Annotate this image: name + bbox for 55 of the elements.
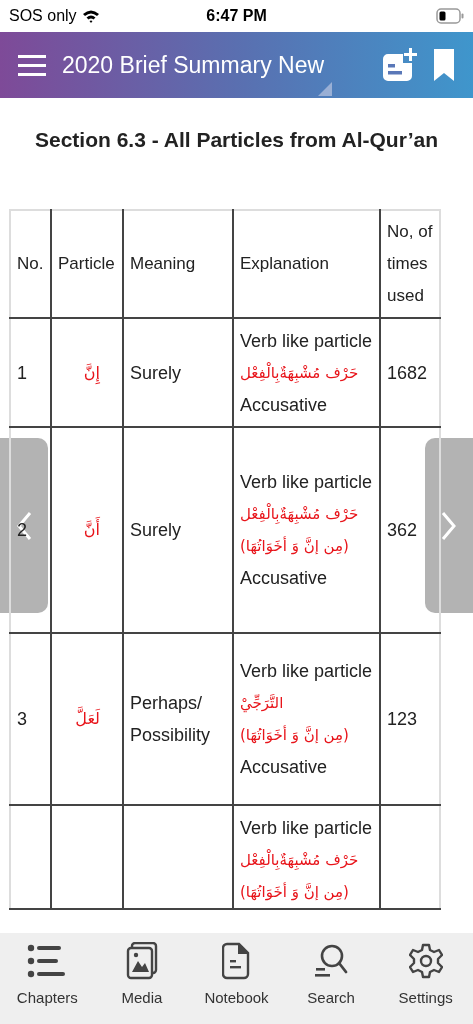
note-add-icon <box>381 47 417 83</box>
document-icon <box>222 942 251 980</box>
carrier-label: SOS only <box>9 7 77 25</box>
arabic-text: التَّرَجِّيْ <box>240 693 285 715</box>
images-icon <box>125 942 158 980</box>
meaning-cell: Perhaps/ Possibility <box>123 633 233 805</box>
section-title: Section 6.3 - All Particles from Al-Qur’an <box>34 128 439 152</box>
tab-button[interactable]: Settings <box>378 933 473 1024</box>
arabic-text: حَرْف مُشْبِهَةٌبِالْفِعْل <box>240 361 360 385</box>
column-header: Meaning <box>123 210 233 318</box>
meaning-cell: Surely <box>123 318 233 427</box>
settings-icon <box>408 943 443 979</box>
page-curl-icon <box>318 82 332 96</box>
explanation-text: Accusative <box>240 756 329 779</box>
tab-button[interactable]: Search <box>283 933 379 1024</box>
particle-cell: أَنَّ <box>51 427 123 633</box>
number-cell: 1 <box>10 318 51 427</box>
bookmark-icon <box>433 48 455 82</box>
wifi-icon <box>81 9 100 23</box>
list-icon <box>27 944 68 978</box>
explanation-text: Accusative <box>240 393 329 417</box>
menu-button[interactable] <box>18 54 46 76</box>
meaning-cell: Surely <box>123 427 233 633</box>
column-header: Particle <box>51 210 123 318</box>
arabic-text: حَرْف مُشْبِهَةٌبِالْفِعْل <box>240 502 360 526</box>
add-note-button[interactable] <box>381 47 417 83</box>
explanation-text: Verb like particle <box>240 660 373 683</box>
time-label: 6:47 PM <box>205 7 268 25</box>
column-header: Explanation <box>233 210 380 318</box>
count-cell: 1682 <box>380 318 440 427</box>
explanation-text: Verb like particle <box>240 471 373 494</box>
chevron-left-icon <box>16 510 32 541</box>
count-cell: 123 <box>380 633 440 805</box>
menu-icon <box>18 54 46 76</box>
battery-icon <box>436 8 464 24</box>
explanation-text: Accusative <box>240 567 329 590</box>
header-title: 2020 Brief Summary New <box>62 51 326 79</box>
bookmark-button[interactable] <box>433 48 455 82</box>
arabic-text: (مِن إنَّ وَ أخَوَاتُهَا) <box>240 724 350 746</box>
arabic-text: (مِن إنَّ وَ أخَوَاتُهَا) <box>240 535 350 557</box>
tab-button[interactable]: Media <box>94 933 190 1024</box>
explanation-text: Verb like particle <box>240 817 373 840</box>
tab-button[interactable]: Chapters <box>0 933 95 1024</box>
particle-cell: إِنَّ <box>51 318 123 427</box>
number-cell: 3 <box>10 633 51 805</box>
chevron-right-icon <box>441 510 457 541</box>
tab-button[interactable]: Notebook <box>189 933 284 1024</box>
particle-cell: لَعَلَّ <box>51 633 123 805</box>
arabic-text: حَرْف مُشْبِهَةٌبِالْفِعْل <box>240 848 360 872</box>
column-header: No, of times used <box>380 210 440 318</box>
explanation-text: Verb like particle <box>240 329 373 353</box>
arabic-text: (مِن إنَّ وَ أخَوَاتُهَا) <box>240 881 350 903</box>
number-cell: 2 <box>10 427 51 633</box>
column-header: No. <box>10 210 51 318</box>
search-icon <box>314 943 349 979</box>
